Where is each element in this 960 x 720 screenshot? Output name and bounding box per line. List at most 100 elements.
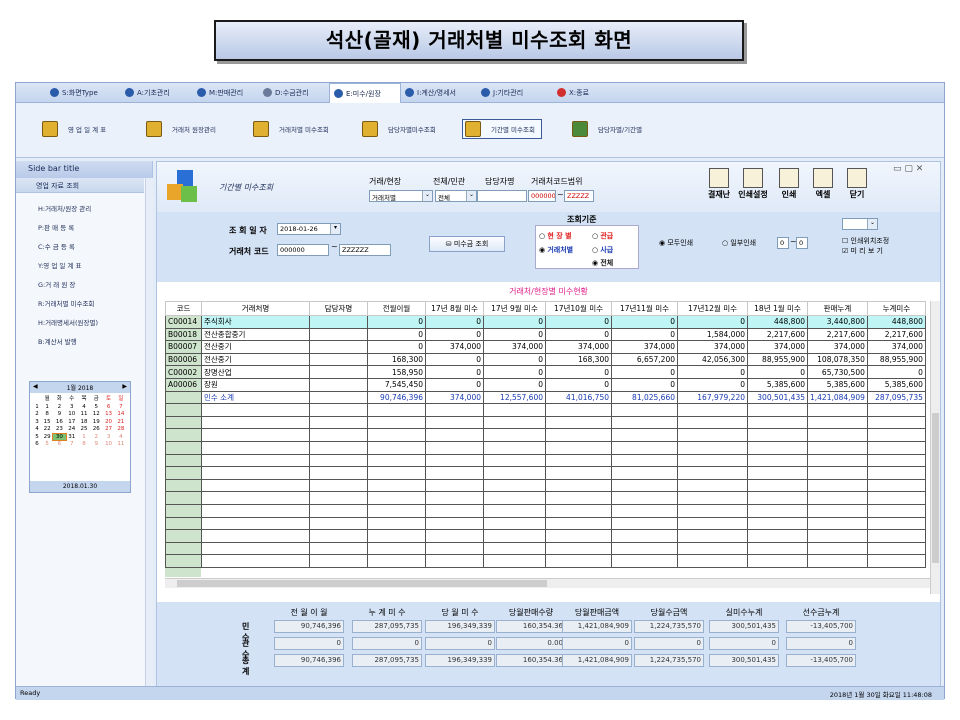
grid-cell[interactable] — [309, 516, 368, 531]
print-all-radio[interactable]: ◉ 모두인쇄 — [659, 238, 693, 248]
calendar-day[interactable]: 23 — [53, 426, 65, 432]
grid-cell[interactable]: 2,217,600 — [807, 327, 868, 342]
grid-cell[interactable] — [747, 440, 808, 455]
grid-cell[interactable] — [165, 554, 202, 568]
grid-cell[interactable] — [483, 466, 546, 480]
grid-cell[interactable] — [201, 529, 310, 543]
grid-cell[interactable] — [545, 516, 612, 531]
grid-cell[interactable] — [677, 541, 748, 556]
calendar-day[interactable]: 21 — [115, 419, 127, 425]
calendar-day[interactable]: 25 — [78, 426, 90, 432]
prev-month-icon[interactable]: ◀ — [33, 383, 38, 392]
grid-cell[interactable] — [367, 428, 426, 442]
ribbon-item-1[interactable]: 거래처 원장관리 — [146, 119, 216, 139]
grid-cell[interactable]: 374,000 — [747, 340, 808, 354]
grid-cell[interactable]: 374,000 — [677, 340, 748, 354]
grid-cell[interactable] — [309, 403, 368, 417]
calendar-day[interactable]: 19 — [90, 419, 102, 425]
grid-cell[interactable] — [866, 466, 926, 480]
table-row[interactable] — [165, 428, 926, 442]
grid-cell[interactable]: 0 — [545, 365, 612, 379]
calendar-day[interactable]: 1 — [41, 404, 53, 410]
calendar-day[interactable]: 8 — [41, 411, 53, 417]
toolbar-button-0[interactable]: 결재난 — [703, 168, 735, 206]
grid-cell[interactable]: 374,000 — [425, 390, 484, 405]
grid-cell[interactable] — [611, 516, 678, 531]
grid-column-header[interactable]: 누계미수 — [866, 301, 926, 316]
grid-cell[interactable]: 6,657,200 — [611, 352, 678, 367]
grid-cell[interactable] — [807, 440, 868, 455]
calendar-day[interactable]: 29 — [41, 434, 53, 440]
print-part-radio[interactable]: ○ 일부인쇄 — [722, 238, 756, 248]
grid-cell[interactable]: 전산종합중기 — [201, 327, 310, 342]
grid-cell[interactable]: 448,800 — [747, 315, 808, 329]
grid-cell[interactable] — [309, 428, 368, 442]
grid-cell[interactable]: 374,000 — [425, 340, 484, 354]
table-row[interactable] — [165, 478, 926, 493]
grid-cell[interactable]: 0 — [425, 327, 484, 342]
grid-cell[interactable] — [611, 466, 678, 480]
grid-cell[interactable] — [367, 415, 426, 430]
grid-cell[interactable] — [747, 453, 808, 468]
next-month-icon[interactable]: ▶ — [122, 383, 127, 392]
grid-cell[interactable] — [807, 516, 868, 531]
grid-cell[interactable] — [545, 503, 612, 518]
grid-cell[interactable] — [201, 466, 310, 480]
code-to-input[interactable]: ZZZZZZ — [339, 244, 391, 256]
menu-item-4[interactable]: E:미수/원장 — [329, 83, 401, 103]
table-row[interactable]: A00006 장원 7,545,450 0 0 0 0 0 5,385,600 5,385,600… — [165, 377, 926, 392]
grid-cell[interactable] — [677, 516, 748, 531]
table-row[interactable] — [165, 415, 926, 430]
grid-cell[interactable]: 0 — [611, 377, 678, 392]
grid-cell[interactable] — [309, 503, 368, 518]
grid-column-header[interactable]: 판매누계 — [807, 301, 868, 316]
code-from-input[interactable]: 000000 — [277, 244, 329, 256]
grid-cell[interactable]: 448,800 — [866, 315, 926, 329]
sidebar-link[interactable]: R:거래처별 미수조회 — [16, 295, 152, 314]
grid-cell[interactable] — [807, 466, 868, 480]
table-row[interactable]: B00007 전산중기 0 374,000 374,000 374,000 374,000 3… — [165, 340, 926, 354]
grid-cell[interactable]: 0 — [483, 352, 546, 367]
grid-cell[interactable] — [425, 541, 484, 556]
basis-radio-0[interactable]: ○ 현 장 별 — [539, 231, 572, 241]
grid-cell[interactable]: B00006 — [165, 352, 202, 367]
grid-cell[interactable]: 0 — [545, 327, 612, 342]
calendar-day[interactable]: 27 — [102, 426, 114, 432]
print-options-select[interactable]: ⌄ — [842, 218, 878, 230]
window-controls[interactable]: ▭ ▢ ✕ — [893, 164, 923, 174]
grid-cell[interactable]: 88,955,900 — [866, 352, 926, 367]
menu-item-3[interactable]: D:수금관리 — [259, 83, 329, 102]
grid-cell[interactable] — [677, 403, 748, 417]
grid-column-header[interactable]: 17년12월 미수 — [677, 301, 748, 316]
calendar-day[interactable]: 9 — [53, 411, 65, 417]
grid-cell[interactable] — [807, 453, 868, 468]
grid-cell[interactable] — [483, 453, 546, 468]
grid-cell[interactable] — [611, 529, 678, 543]
calendar-day[interactable]: 26 — [90, 426, 102, 432]
menu-item-1[interactable]: A:기초관리 — [121, 83, 193, 102]
grid-cell[interactable] — [866, 403, 926, 417]
grid-column-header[interactable]: 담당자명 — [309, 301, 368, 316]
basis-radio-2[interactable]: ◉ 거래처별 — [539, 245, 573, 255]
calendar-day[interactable]: 3 — [102, 434, 114, 440]
grid-cell[interactable]: 287,095,735 — [866, 390, 926, 405]
calendar-day[interactable]: 12 — [90, 411, 102, 417]
grid-cell[interactable] — [367, 440, 426, 455]
grid-cell[interactable] — [807, 491, 868, 505]
grid-cell[interactable]: 374,000 — [483, 340, 546, 354]
grid-cell[interactable] — [309, 554, 368, 568]
grid-cell[interactable] — [611, 554, 678, 568]
grid-cell[interactable] — [545, 541, 612, 556]
grid-cell[interactable]: 0 — [677, 377, 748, 392]
grid-cell[interactable] — [677, 478, 748, 493]
grid-cell[interactable] — [807, 478, 868, 493]
grid-cell[interactable]: 주식회사 — [201, 315, 310, 329]
grid-cell[interactable]: 5,385,600 — [807, 377, 868, 392]
grid-cell[interactable] — [201, 415, 310, 430]
grid-cell[interactable] — [165, 390, 202, 405]
grid-cell[interactable]: 0 — [677, 365, 748, 379]
grid-cell[interactable] — [611, 541, 678, 556]
calendar-day[interactable]: 4 — [115, 434, 127, 440]
grid-cell[interactable] — [425, 529, 484, 543]
grid-cell[interactable]: 5,385,600 — [866, 377, 926, 392]
